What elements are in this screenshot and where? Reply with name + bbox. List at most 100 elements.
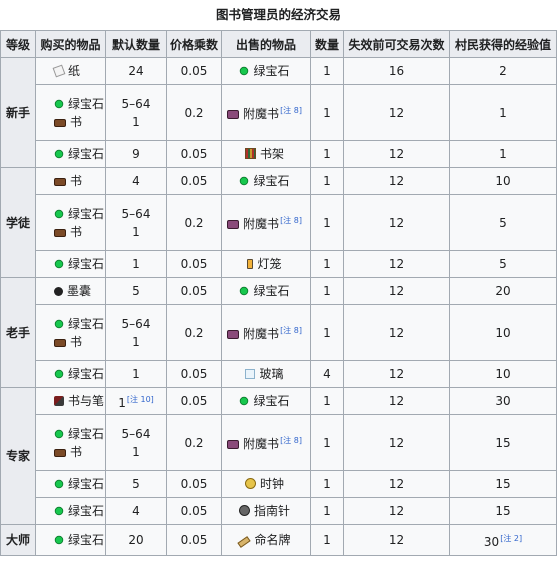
price-multiplier-cell: 0.05 xyxy=(166,470,222,498)
trade-row: 老手 墨囊 5 0.05 绿宝石 1 12 20 xyxy=(0,277,557,388)
price-multiplier-cell: 0.05 xyxy=(166,387,222,415)
glass-icon xyxy=(245,369,256,379)
emerald-icon xyxy=(52,533,66,547)
sell-item[interactable]: 绿宝石 xyxy=(222,392,307,410)
sell-qty-cell: 1 xyxy=(310,167,344,195)
villager-xp-value: 10 xyxy=(495,174,511,188)
default-qty: 1 xyxy=(109,365,163,383)
lantern-icon xyxy=(247,259,254,269)
emerald-icon xyxy=(52,257,66,271)
emerald-icon xyxy=(52,147,66,161)
buy-item[interactable]: 绿宝石 xyxy=(52,475,104,493)
sell-item-cell: 绿宝石 xyxy=(221,57,311,85)
sell-item[interactable]: 玻璃 xyxy=(222,365,307,383)
buy-item[interactable]: 绿宝石 xyxy=(52,205,104,223)
villager-xp-value: 5 xyxy=(499,257,507,271)
buy-item-label: 书 xyxy=(70,174,83,188)
villager-xp-value: 2 xyxy=(499,64,507,78)
villager-xp-cell: 5 xyxy=(449,194,557,251)
sell-item[interactable]: 附魔书[注 8] xyxy=(222,322,307,343)
max-uses-cell: 12 xyxy=(343,167,450,195)
default-qty-cell: 5–64 1 xyxy=(105,304,167,361)
villager-xp-cell: 15 xyxy=(449,414,557,471)
buy-item[interactable]: 绿宝石 xyxy=(52,425,104,443)
sell-item[interactable]: 指南针 xyxy=(222,502,307,520)
buy-item[interactable]: 书 xyxy=(54,172,102,190)
max-uses-cell: 12 xyxy=(343,250,450,278)
sell-item[interactable]: 命名牌 xyxy=(222,531,307,549)
price-multiplier-cell: 0.05 xyxy=(166,277,222,305)
sell-qty-cell: 1 xyxy=(310,304,344,361)
default-qty: 4 xyxy=(109,172,163,190)
sell-item[interactable]: 时钟 xyxy=(222,475,307,493)
sell-item[interactable]: 附魔书[注 8] xyxy=(222,432,307,453)
footnote-link[interactable]: [注 8] xyxy=(280,326,302,335)
villager-xp-cell: 30 xyxy=(449,387,557,415)
sell-item[interactable]: 灯笼 xyxy=(222,255,307,273)
buy-item[interactable]: 纸 xyxy=(52,62,102,80)
footnote-ref: [注 8] xyxy=(280,216,302,225)
buy-item[interactable]: 书 xyxy=(54,333,102,351)
default-qty: 24 xyxy=(109,62,163,80)
price-multiplier-cell: 0.05 xyxy=(166,167,222,195)
default-qty: 5 xyxy=(109,475,163,493)
footnote-link[interactable]: [注 8] xyxy=(280,216,302,225)
buy-item-label: 绿宝石 xyxy=(68,367,105,381)
sell-item-cell: 灯笼 xyxy=(221,250,311,278)
buy-item[interactable]: 书与笔 xyxy=(54,392,105,410)
sell-item[interactable]: 附魔书[注 8] xyxy=(222,102,307,123)
emerald-icon xyxy=(52,477,66,491)
villager-xp-cell: 30[注 2] xyxy=(449,524,557,556)
trade-row: 绿宝石 4 0.05 指南针 1 12 15 xyxy=(1,497,557,525)
price-multiplier-cell: 0.2 xyxy=(166,84,222,141)
sell-item-cell: 玻璃 xyxy=(221,360,311,388)
footnote-link[interactable]: [注 8] xyxy=(280,436,302,445)
buy-item[interactable]: 书 xyxy=(54,223,102,241)
sell-item[interactable]: 绿宝石 xyxy=(222,172,307,190)
default-qty: 1 xyxy=(109,113,163,131)
max-uses-cell: 12 xyxy=(343,387,450,415)
max-uses-cell: 12 xyxy=(343,194,450,251)
sell-qty-cell: 1 xyxy=(310,497,344,525)
buy-item[interactable]: 绿宝石 xyxy=(52,145,105,163)
buy-item[interactable]: 绿宝石 xyxy=(52,365,105,383)
buy-item[interactable]: 绿宝石 xyxy=(52,255,104,273)
default-qty-value: 5 xyxy=(132,477,140,491)
trade-row: 学徒书 4 0.05 绿宝石 1 12 10 xyxy=(0,167,557,278)
buy-item-label: 绿宝石 xyxy=(68,147,105,161)
footnote-link[interactable]: [注 2] xyxy=(500,534,522,543)
buy-item-cell: 绿宝石书 xyxy=(35,414,106,471)
buy-item-label: 绿宝石 xyxy=(68,533,105,547)
trade-row: 绿宝石书 5–64 1 0.2 附魔书[注 8] 1 12 15 xyxy=(1,414,557,471)
buy-item-label: 书 xyxy=(70,444,83,459)
buy-item[interactable]: 墨囊 xyxy=(54,282,102,300)
emerald-icon xyxy=(52,97,66,110)
sell-item[interactable]: 附魔书[注 8] xyxy=(222,212,307,233)
sell-item[interactable]: 绿宝石 xyxy=(222,282,307,300)
buy-item-cell: 绿宝石书 xyxy=(35,194,106,251)
max-uses-cell: 12 xyxy=(343,524,450,556)
emerald-icon xyxy=(238,174,251,188)
buy-item-label: 书 xyxy=(70,224,83,239)
buy-item[interactable]: 绿宝石 xyxy=(52,95,104,113)
level-cell: 老手 xyxy=(0,277,36,388)
default-qty-cell: 9 xyxy=(105,140,167,168)
sell-item[interactable]: 书架 xyxy=(222,145,307,163)
trade-row: 大师 绿宝石 20 0.05 命名牌 1 12 30[注 2] xyxy=(0,524,557,556)
default-qty: 9 xyxy=(109,145,163,163)
sell-qty-cell: 1 xyxy=(310,524,344,556)
sell-item[interactable]: 绿宝石 xyxy=(222,62,307,80)
buy-item[interactable]: 绿宝石 xyxy=(52,531,105,549)
buy-item[interactable]: 绿宝石 xyxy=(52,315,104,333)
buy-item-label: 绿宝石 xyxy=(68,504,105,518)
footnote-link[interactable]: [注 8] xyxy=(280,106,302,115)
header-max-uses: 失效前可交易次数 xyxy=(343,30,450,58)
buy-item-label: 书与笔 xyxy=(68,394,105,408)
buy-item[interactable]: 绿宝石 xyxy=(52,502,105,520)
buy-item[interactable]: 书 xyxy=(54,443,102,461)
sell-qty-cell: 1 xyxy=(310,194,344,251)
sell-item-cell: 附魔书[注 8] xyxy=(221,84,311,141)
default-qty-cell: 5 xyxy=(105,277,167,305)
buy-item[interactable]: 书 xyxy=(54,113,102,131)
footnote-link[interactable]: [注 10] xyxy=(127,395,154,404)
